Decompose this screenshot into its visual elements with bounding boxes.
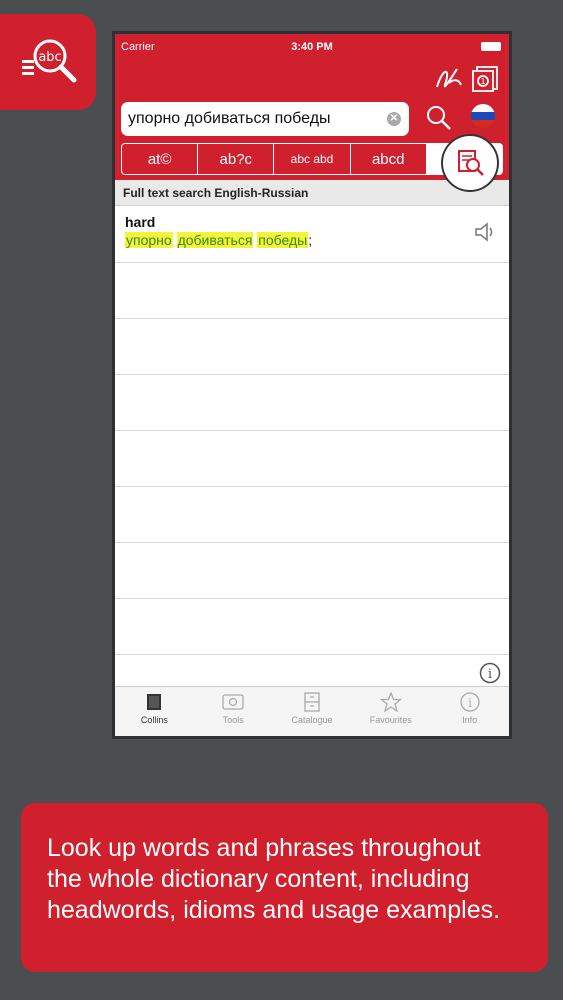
flashcards-icon[interactable]: 1 [471,65,499,93]
battery-icon [481,42,501,51]
svg-text:i: i [488,667,492,682]
mode-wildcard[interactable]: ab?c [198,144,275,174]
empty-row [115,487,509,543]
info-tab-icon: i [459,692,480,712]
tab-label: Catalogue [291,715,333,725]
svg-text:1: 1 [480,77,485,86]
caption-text: Look up words and phrases throughout the… [47,834,501,924]
top-toolbar: 1 [115,60,509,98]
clock: 3:40 PM [291,41,333,53]
empty-row [115,375,509,431]
search-row: ✕ [115,98,509,140]
empty-row [115,543,509,599]
empty-row [115,599,509,655]
mode-fuzzy[interactable]: abc abd [274,144,351,174]
book-icon [147,694,162,710]
highlighted-word: упорно [125,232,173,248]
abc-search-icon: abc [22,39,77,83]
result-translation: упорно добиваться победы; [125,232,499,248]
star-icon [379,692,402,712]
phone-screen: Carrier 3:40 PM 1 ✕ [112,31,512,739]
search-mode-bar: at© ab?c abc abd abcd [115,136,509,190]
status-bar: Carrier 3:40 PM [115,34,509,60]
tab-favourites[interactable]: Favourites [351,687,430,736]
info-icon[interactable]: i [479,662,501,684]
search-input[interactable] [128,110,383,128]
tab-catalogue[interactable]: Catalogue [273,687,352,736]
svg-text:i: i [468,696,472,710]
clear-icon[interactable]: ✕ [387,112,401,126]
tab-info[interactable]: i Info [430,687,509,736]
tab-bar: Collins Tools Catalogue Favourites i Inf… [115,686,509,736]
section-header: Full text search English-Russian [115,180,509,206]
empty-row [115,263,509,319]
handwriting-icon[interactable] [433,65,463,93]
tab-label: Collins [140,715,168,725]
tab-tools[interactable]: Tools [194,687,273,736]
tools-icon [222,694,244,710]
tab-label: Favourites [369,715,412,725]
app-logo: abc [0,14,96,110]
highlighted-word: добиваться [176,232,254,248]
tab-label: Info [462,715,478,725]
mode-spellcheck[interactable]: at© [122,144,199,174]
mode-anagram[interactable]: abcd [351,144,427,174]
tab-collins[interactable]: Collins [115,687,194,736]
cabinet-icon [304,692,320,712]
result-headword: hard [125,214,156,230]
language-flag-icon[interactable] [471,104,495,128]
tab-label: Tools [222,715,244,725]
translation-suffix: ; [308,232,313,248]
search-history-icon[interactable] [425,104,453,132]
svg-text:abc: abc [38,50,61,65]
search-box: ✕ [121,102,409,136]
speaker-icon[interactable] [473,220,497,244]
empty-row [115,319,509,375]
full-text-search-button[interactable] [443,136,497,190]
full-text-search-icon [458,150,484,176]
promo-caption: Look up words and phrases throughout the… [21,803,548,972]
highlighted-word: победы [257,232,309,248]
result-row[interactable]: hard упорно добиваться победы; [115,206,509,263]
empty-row [115,431,509,487]
